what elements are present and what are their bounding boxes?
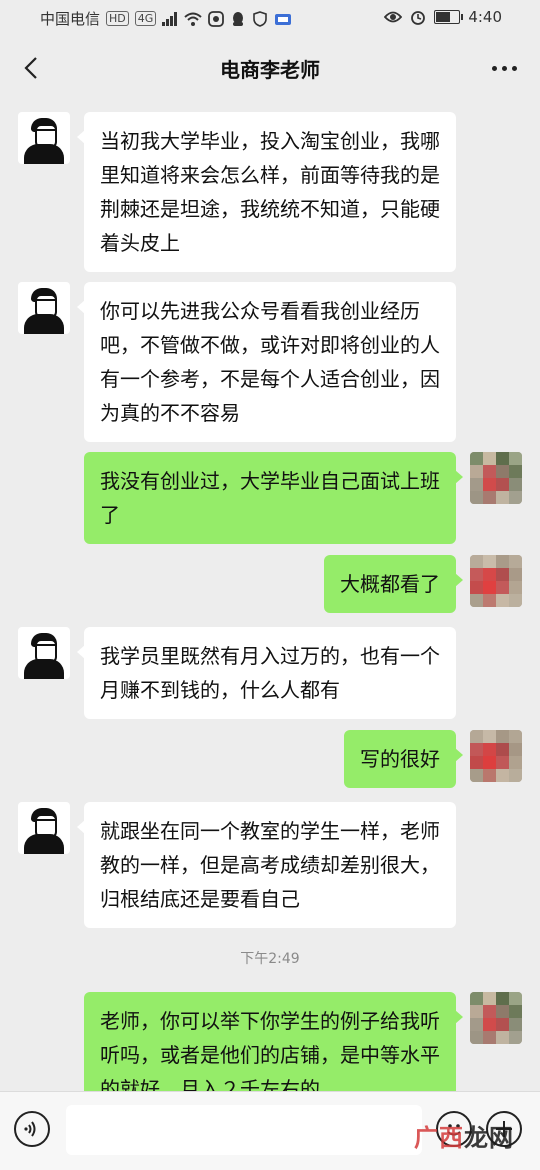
self-avatar[interactable] xyxy=(470,555,522,607)
chat-timestamp: 下午2:49 xyxy=(240,951,300,967)
status-bar-right: 4:40 xyxy=(384,8,502,26)
voice-button[interactable] xyxy=(14,1111,50,1147)
status-bar-left: 中国电信 HD 4G xyxy=(40,8,292,29)
contact-avatar[interactable] xyxy=(18,627,70,679)
battery-level xyxy=(436,12,450,22)
more-dots-icon xyxy=(491,65,497,71)
message-input-bar: 广西龙网 xyxy=(0,1091,540,1170)
chat-title: 电商李老师 xyxy=(220,57,320,82)
battery-icon xyxy=(434,10,464,24)
status-bar: 中国电信 HD 4G 4:40 xyxy=(0,0,540,36)
self-avatar[interactable] xyxy=(470,730,522,782)
message-bubble-outgoing[interactable]: 写的很好 xyxy=(344,730,463,788)
network-badge: 4G xyxy=(134,11,157,26)
watermark-accent: 广西 xyxy=(414,1124,464,1152)
watermark-rest: 龙网 xyxy=(464,1124,514,1152)
shield-icon xyxy=(253,10,268,27)
tv-app-icon xyxy=(275,13,292,25)
message-bubble-outgoing[interactable]: 老师，你可以举下你学生的例子给我听听吗，或者是他们的店铺，是中等水平的就好，月入… xyxy=(84,992,463,1092)
wifi-icon xyxy=(184,12,202,26)
message-bubble-incoming[interactable]: 你可以先进我公众号看看我创业经历吧，不管做不做，或许对即将创业的人有一个参考，不… xyxy=(77,282,456,442)
status-time: 4:40 xyxy=(468,8,502,26)
message-bubble-incoming[interactable]: 我学员里既然有月入过万的，也有一个月赚不到钱的，什么人都有 xyxy=(77,627,456,719)
self-avatar[interactable] xyxy=(470,452,522,504)
hd-badge: HD xyxy=(106,11,129,26)
alarm-icon xyxy=(411,11,426,25)
message-bubble-incoming[interactable]: 就跟坐在同一个教室的学生一样，老师教的一样，但是高考成绩却差别很大，归根结底还是… xyxy=(77,802,456,928)
qq-icon xyxy=(233,11,244,26)
watermark-logo: 广西龙网 xyxy=(414,1118,514,1153)
message-bubble-outgoing[interactable]: 我没有创业过，大学毕业自己面试上班了 xyxy=(84,452,463,544)
message-input[interactable] xyxy=(66,1105,422,1155)
contact-avatar[interactable] xyxy=(18,112,70,164)
eye-icon xyxy=(384,11,403,23)
signal-icon xyxy=(162,11,178,26)
back-button[interactable] xyxy=(14,50,50,86)
chevron-left-icon xyxy=(24,57,37,79)
voice-icon xyxy=(24,1121,36,1137)
message-bubble-outgoing[interactable]: 大概都看了 xyxy=(324,555,463,613)
message-bubble-incoming[interactable]: 当初我大学毕业，投入淘宝创业，我哪里知道将来会怎么样，前面等待我的是荆棘还是坦途… xyxy=(77,112,456,272)
self-avatar[interactable] xyxy=(470,992,522,1044)
contact-avatar[interactable] xyxy=(18,282,70,334)
contact-avatar[interactable] xyxy=(18,802,70,854)
carrier-label: 中国电信 xyxy=(40,10,101,28)
more-options-button[interactable] xyxy=(488,56,520,80)
chat-message-list[interactable]: 当初我大学毕业，投入淘宝创业，我哪里知道将来会怎么样，前面等待我的是荆棘还是坦途… xyxy=(0,100,540,1092)
chat-header: 电商李老师 xyxy=(0,36,540,100)
app-notification-icon xyxy=(208,10,225,27)
